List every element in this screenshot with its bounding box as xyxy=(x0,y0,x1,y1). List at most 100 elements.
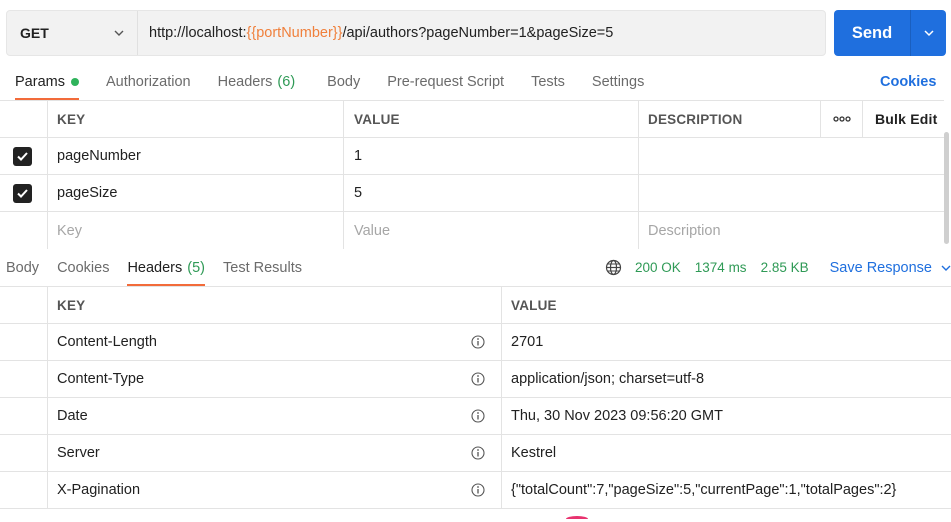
param-description[interactable] xyxy=(639,175,944,211)
table-row: Content-Length 2701 xyxy=(0,324,951,361)
header-value[interactable]: application/json; charset=utf-8 xyxy=(502,361,951,397)
response-headers-table: KEY VALUE Content-Length 2701 Content-Ty… xyxy=(0,286,951,509)
header-key-cell: Content-Type xyxy=(48,361,502,397)
tab-label: Params xyxy=(15,74,65,90)
tab-label: Headers xyxy=(127,259,183,276)
tab-count: (5) xyxy=(187,259,205,276)
tab-settings[interactable]: Settings xyxy=(592,64,644,100)
header-key: Date xyxy=(57,408,88,424)
method-select[interactable]: GET xyxy=(7,11,138,55)
row-spacer xyxy=(0,435,48,471)
header-key: Content-Type xyxy=(57,371,145,387)
method-label: GET xyxy=(20,25,49,41)
active-dot-icon xyxy=(70,78,79,86)
checkmark-icon xyxy=(17,151,28,161)
param-key[interactable]: pageSize xyxy=(48,175,344,211)
spacer-column-header xyxy=(0,287,48,323)
ellipsis-icon xyxy=(832,116,851,122)
tab-label: Body xyxy=(327,74,361,90)
row-spacer xyxy=(0,361,48,397)
chevron-down-icon xyxy=(114,30,124,36)
header-value[interactable]: {"totalCount":7,"pageSize":5,"currentPag… xyxy=(502,472,951,508)
bulk-edit-button[interactable]: Bulk Edit xyxy=(863,101,944,137)
params-table: KEY VALUE DESCRIPTION Bulk Edit pageNumb… xyxy=(0,100,944,249)
key-column-header: KEY xyxy=(48,101,344,137)
description-column-header: DESCRIPTION xyxy=(639,101,821,137)
tab-params[interactable]: Params xyxy=(15,64,79,100)
tab-label: Settings xyxy=(591,74,645,90)
param-row: pageNumber 1 xyxy=(0,138,944,175)
header-key: X-Pagination xyxy=(57,482,141,498)
tab-headers[interactable]: Headers (6) xyxy=(218,64,296,100)
value-column-header: VALUE xyxy=(344,101,639,137)
tab-label: Authorization xyxy=(105,74,191,90)
chevron-down-icon xyxy=(941,265,951,271)
response-time[interactable]: 1374 ms xyxy=(695,260,747,275)
tab-test-results[interactable]: Test Results xyxy=(223,249,302,286)
tab-response-cookies[interactable]: Cookies xyxy=(57,249,109,286)
tab-response-headers[interactable]: Headers (5) xyxy=(127,249,205,286)
info-icon[interactable] xyxy=(471,335,485,349)
param-description[interactable] xyxy=(639,138,944,174)
info-icon[interactable] xyxy=(471,409,485,423)
more-options-icon[interactable] xyxy=(821,101,863,137)
tab-label: Test Results xyxy=(223,259,302,276)
header-key-cell: Server xyxy=(48,435,502,471)
header-key: Server xyxy=(57,445,100,461)
globe-icon[interactable] xyxy=(605,259,622,276)
response-tabs: Body Cookies Headers (5) Test Results xyxy=(6,249,302,286)
param-checkbox-cell xyxy=(0,138,48,174)
url-variable: {{portNumber}} xyxy=(246,25,343,41)
info-icon[interactable] xyxy=(471,483,485,497)
send-button[interactable]: Send xyxy=(834,10,946,56)
row-spacer xyxy=(0,324,48,360)
params-scrollbar[interactable] xyxy=(944,132,949,244)
param-new-row: Key Value Description xyxy=(0,212,944,249)
header-value[interactable]: Kestrel xyxy=(502,435,951,471)
table-row: Content-Type application/json; charset=u… xyxy=(0,361,951,398)
header-value[interactable]: 2701 xyxy=(502,324,951,360)
send-label: Send xyxy=(851,23,893,42)
status-code[interactable]: 200 OK xyxy=(635,260,681,275)
param-key[interactable]: pageNumber xyxy=(48,138,344,174)
url-suffix: /api/authors?pageNumber=1&pageSize=5 xyxy=(342,25,614,41)
tab-count: (6) xyxy=(277,74,296,90)
tab-response-body[interactable]: Body xyxy=(6,249,39,286)
header-value[interactable]: Thu, 30 Nov 2023 09:56:20 GMT xyxy=(502,398,951,434)
save-response-button[interactable]: Save Response xyxy=(830,260,951,276)
new-key-input[interactable]: Key xyxy=(48,212,344,249)
response-header-row: KEY VALUE xyxy=(0,287,951,324)
chevron-down-icon xyxy=(923,30,934,37)
info-icon[interactable] xyxy=(471,446,485,460)
param-checkbox-cell xyxy=(0,175,48,211)
header-key: Content-Length xyxy=(57,334,157,350)
key-column-header: KEY xyxy=(48,287,502,323)
row-spacer xyxy=(0,472,48,508)
param-checkbox[interactable] xyxy=(13,183,32,203)
new-value-input[interactable]: Value xyxy=(344,212,639,249)
url-input[interactable]: http://localhost:{{portNumber}}/api/auth… xyxy=(138,25,613,41)
cookies-link[interactable]: Cookies xyxy=(880,74,936,90)
tab-label: Tests xyxy=(531,74,565,90)
param-value[interactable]: 5 xyxy=(344,175,639,211)
checkbox-column-header xyxy=(0,101,48,137)
tab-body[interactable]: Body xyxy=(327,64,360,100)
new-description-input[interactable]: Description xyxy=(639,212,944,249)
info-icon[interactable] xyxy=(471,372,485,386)
send-dropdown-button[interactable] xyxy=(911,27,946,39)
tab-tests[interactable]: Tests xyxy=(531,64,565,100)
tab-label: Cookies xyxy=(57,259,110,276)
value-column-header: VALUE xyxy=(511,297,557,313)
row-spacer xyxy=(0,398,48,434)
response-size[interactable]: 2.85 KB xyxy=(761,260,809,275)
tab-label: Pre-request Script xyxy=(387,74,505,90)
param-value[interactable]: 1 xyxy=(344,138,639,174)
checkmark-icon xyxy=(17,188,28,198)
tab-authorization[interactable]: Authorization xyxy=(106,64,191,100)
tab-pre-request-script[interactable]: Pre-request Script xyxy=(387,64,504,100)
request-tabs: Params Authorization Headers (6) Body Pre… xyxy=(15,64,644,100)
param-checkbox[interactable] xyxy=(13,146,32,166)
table-row: Date Thu, 30 Nov 2023 09:56:20 GMT xyxy=(0,398,951,435)
param-checkbox-cell xyxy=(0,212,48,249)
response-status-bar: 200 OK 1374 ms 2.85 KB Save Response xyxy=(605,259,951,276)
